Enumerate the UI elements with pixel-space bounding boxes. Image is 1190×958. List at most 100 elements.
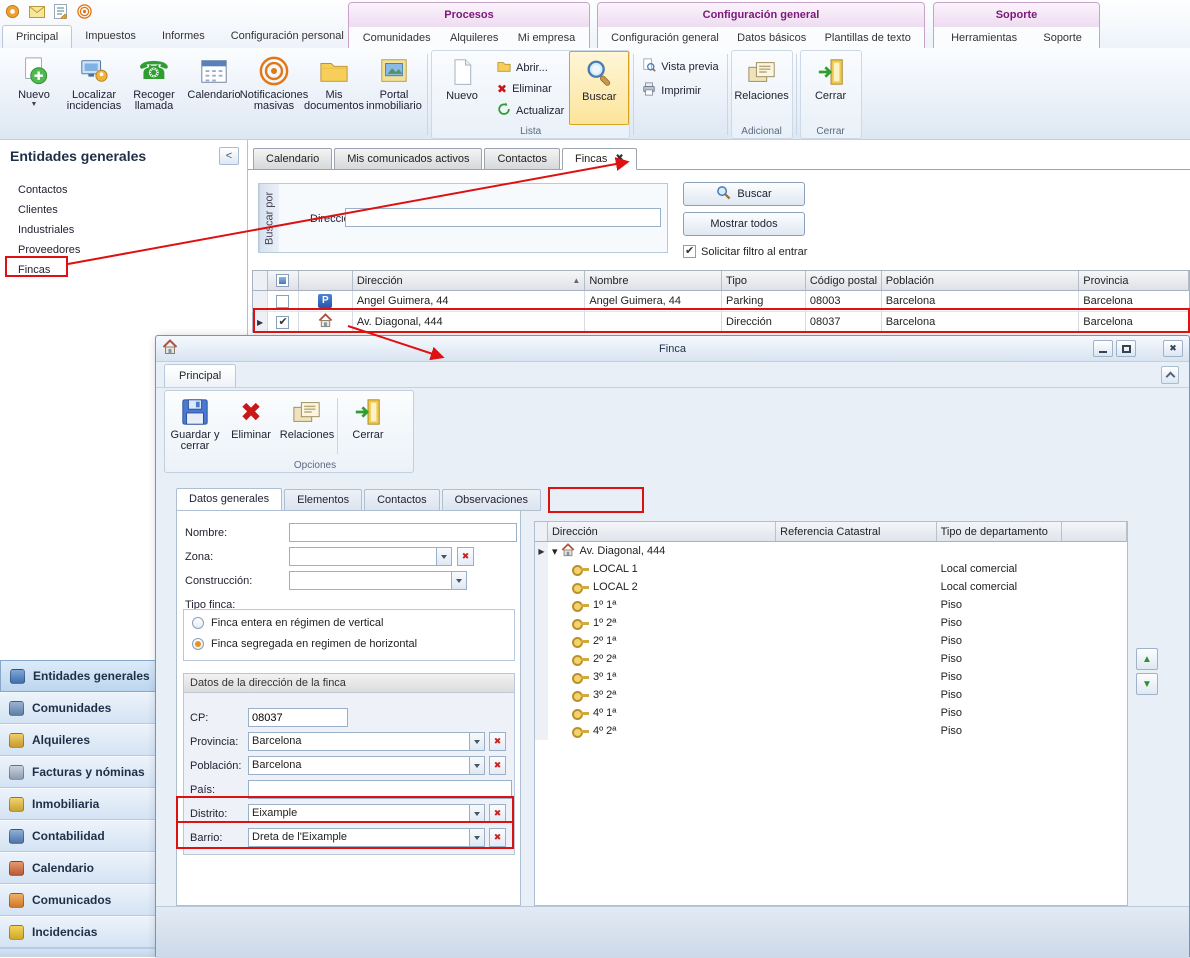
dropdown-icon[interactable] xyxy=(469,757,484,774)
finca-row-selected[interactable]: ▶ Av. Diagonal, 444 Dirección 08037 Barc… xyxy=(252,312,1190,333)
departamento-row[interactable]: 2º 2ªPiso xyxy=(535,650,1127,668)
doc-tab-calendario[interactable]: Calendario xyxy=(253,148,332,170)
tab-observaciones[interactable]: Observaciones xyxy=(442,489,541,511)
eliminar-button[interactable]: ✖ Eliminar xyxy=(497,83,564,95)
clear-zona-icon[interactable]: ✖ xyxy=(457,547,474,566)
move-up-button[interactable]: ▲ xyxy=(1136,648,1158,670)
dropdown-icon[interactable] xyxy=(469,805,484,822)
cerrar-button[interactable]: Cerrar xyxy=(801,51,861,125)
departamento-row[interactable]: 4º 2ªPiso xyxy=(535,722,1127,740)
close-icon[interactable]: ✖ xyxy=(1163,340,1183,357)
col-poblacion[interactable]: Población xyxy=(882,271,1080,290)
collapse-sidebar-button[interactable]: < xyxy=(219,147,239,165)
pais-input[interactable] xyxy=(248,780,512,799)
dropdown-icon[interactable] xyxy=(469,733,484,750)
barrio-combo[interactable]: Dreta de l'Eixample xyxy=(248,828,485,847)
ribbon-tab-alquileres[interactable]: Alquileres xyxy=(450,32,498,44)
tab-contactos[interactable]: Contactos xyxy=(364,489,440,511)
broadcast-icon[interactable] xyxy=(76,3,93,20)
ribbon-tab-herramientas[interactable]: Herramientas xyxy=(951,32,1017,44)
col-codigo-postal[interactable]: Código postal xyxy=(806,271,882,290)
buscar-search-button[interactable]: Buscar xyxy=(683,182,805,206)
col-direccion[interactable]: Dirección xyxy=(548,522,776,541)
nuevo-registro-button[interactable]: Nuevo xyxy=(432,51,492,125)
doc-tab-comunicados[interactable]: Mis comunicados activos xyxy=(334,148,482,170)
row-checkbox[interactable] xyxy=(276,316,289,329)
ribbon-tab-configuracion-general[interactable]: Configuración general xyxy=(611,32,719,44)
cp-input[interactable] xyxy=(248,708,348,727)
cerrar-button[interactable]: Cerrar xyxy=(340,394,396,458)
departamento-row[interactable]: LOCAL 1Local comercial xyxy=(535,560,1127,578)
close-tab-icon[interactable]: ✖ xyxy=(615,149,623,169)
select-all-checkbox[interactable] xyxy=(268,271,299,290)
relaciones-button[interactable]: Relaciones xyxy=(279,394,335,458)
clear-provincia-icon[interactable]: ✖ xyxy=(489,732,506,751)
ribbon-tab-datos-basicos[interactable]: Datos básicos xyxy=(737,32,806,44)
doc-tab-contactos[interactable]: Contactos xyxy=(484,148,560,170)
departamento-row[interactable]: 3º 2ªPiso xyxy=(535,686,1127,704)
ribbon-tab-mi-empresa[interactable]: Mi empresa xyxy=(518,32,575,44)
dropdown-icon[interactable] xyxy=(451,572,466,589)
guardar-y-cerrar-button[interactable]: Guardar y cerrar xyxy=(167,394,223,458)
mostrar-todos-button[interactable]: Mostrar todos xyxy=(683,212,805,236)
parent-row[interactable]: ▶ ▾ Av. Diagonal, 444 xyxy=(535,542,1127,560)
provincia-combo[interactable]: Barcelona xyxy=(248,732,485,751)
tab-informes[interactable]: Informes xyxy=(149,25,218,48)
sidebar-item-proveedores[interactable]: Proveedores xyxy=(18,240,247,260)
nuevo-button[interactable]: Nuevo ▼ xyxy=(4,50,64,139)
actualizar-button[interactable]: Actualizar xyxy=(497,102,564,119)
radio-icon[interactable] xyxy=(192,617,204,629)
imprimir-button[interactable]: Imprimir xyxy=(642,82,718,99)
radio-finca-vertical[interactable]: Finca entera en régimen de vertical xyxy=(192,617,383,629)
tab-principal[interactable]: Principal xyxy=(2,25,72,48)
ribbon-tab-plantillas[interactable]: Plantillas de texto xyxy=(825,32,911,44)
col-direccion[interactable]: Dirección▲ xyxy=(353,271,585,290)
relaciones-button[interactable]: Relaciones xyxy=(732,51,792,125)
recoger-llamada-button[interactable]: ☎ Recoger llamada xyxy=(124,50,184,139)
tab-elementos[interactable]: Elementos xyxy=(284,489,362,511)
vista-previa-button[interactable]: Vista previa xyxy=(642,58,718,75)
col-nombre[interactable]: Nombre xyxy=(585,271,722,290)
finca-row[interactable]: P Angel Guimera, 44 Angel Guimera, 44 Pa… xyxy=(252,291,1190,312)
departamento-row[interactable]: 3º 1ªPiso xyxy=(535,668,1127,686)
zona-combo[interactable] xyxy=(289,547,452,566)
col-tipo-departamento[interactable]: Tipo de departamento xyxy=(937,522,1063,541)
clear-distrito-icon[interactable]: ✖ xyxy=(489,804,506,823)
tab-impuestos[interactable]: Impuestos xyxy=(72,25,149,48)
clear-barrio-icon[interactable]: ✖ xyxy=(489,828,506,847)
collapse-ribbon-button[interactable] xyxy=(1161,366,1179,384)
app-menu-icon[interactable] xyxy=(4,3,21,20)
dropdown-icon[interactable] xyxy=(436,548,451,565)
departamento-row[interactable]: 2º 1ªPiso xyxy=(535,632,1127,650)
checkbox[interactable] xyxy=(683,245,696,258)
col-provincia[interactable]: Provincia xyxy=(1079,271,1189,290)
sidebar-item-industriales[interactable]: Industriales xyxy=(18,220,247,240)
departamento-row[interactable]: 4º 1ªPiso xyxy=(535,704,1127,722)
dialog-titlebar[interactable]: Finca ✖ xyxy=(156,336,1189,362)
radio-selected-icon[interactable] xyxy=(192,638,204,650)
ribbon-tab-soporte[interactable]: Soporte xyxy=(1043,32,1082,44)
icon-column-header[interactable] xyxy=(299,271,353,290)
construccion-combo[interactable] xyxy=(289,571,467,590)
mail-icon[interactable] xyxy=(28,3,45,20)
radio-finca-horizontal[interactable]: Finca segregada en regimen de horizontal xyxy=(192,638,417,650)
sidebar-item-fincas[interactable]: Fincas xyxy=(18,260,247,280)
buscar-button[interactable]: Buscar xyxy=(569,51,629,125)
move-down-button[interactable]: ▼ xyxy=(1136,673,1158,695)
localizar-incidencias-button[interactable]: Localizar incidencias xyxy=(64,50,124,139)
row-checkbox[interactable] xyxy=(276,295,289,308)
abrir-button[interactable]: Abrir... xyxy=(497,59,564,76)
direccion-search-input[interactable] xyxy=(345,208,661,227)
minimize-icon[interactable] xyxy=(1093,340,1113,357)
note-icon[interactable] xyxy=(52,3,69,20)
col-referencia-catastral[interactable]: Referencia Catastral xyxy=(776,522,936,541)
notificaciones-masivas-button[interactable]: Notificaciones masivas xyxy=(244,50,304,139)
departamento-row[interactable]: LOCAL 2Local comercial xyxy=(535,578,1127,596)
tab-datos-generales[interactable]: Datos generales xyxy=(176,488,282,511)
calendario-button[interactable]: Calendario xyxy=(184,50,244,139)
clear-poblacion-icon[interactable]: ✖ xyxy=(489,756,506,775)
departamento-row[interactable]: 1º 1ªPiso xyxy=(535,596,1127,614)
portal-inmobiliario-button[interactable]: Portal inmobiliario xyxy=(364,50,424,139)
dropdown-icon[interactable] xyxy=(469,829,484,846)
sidebar-item-contactos[interactable]: Contactos xyxy=(18,180,247,200)
